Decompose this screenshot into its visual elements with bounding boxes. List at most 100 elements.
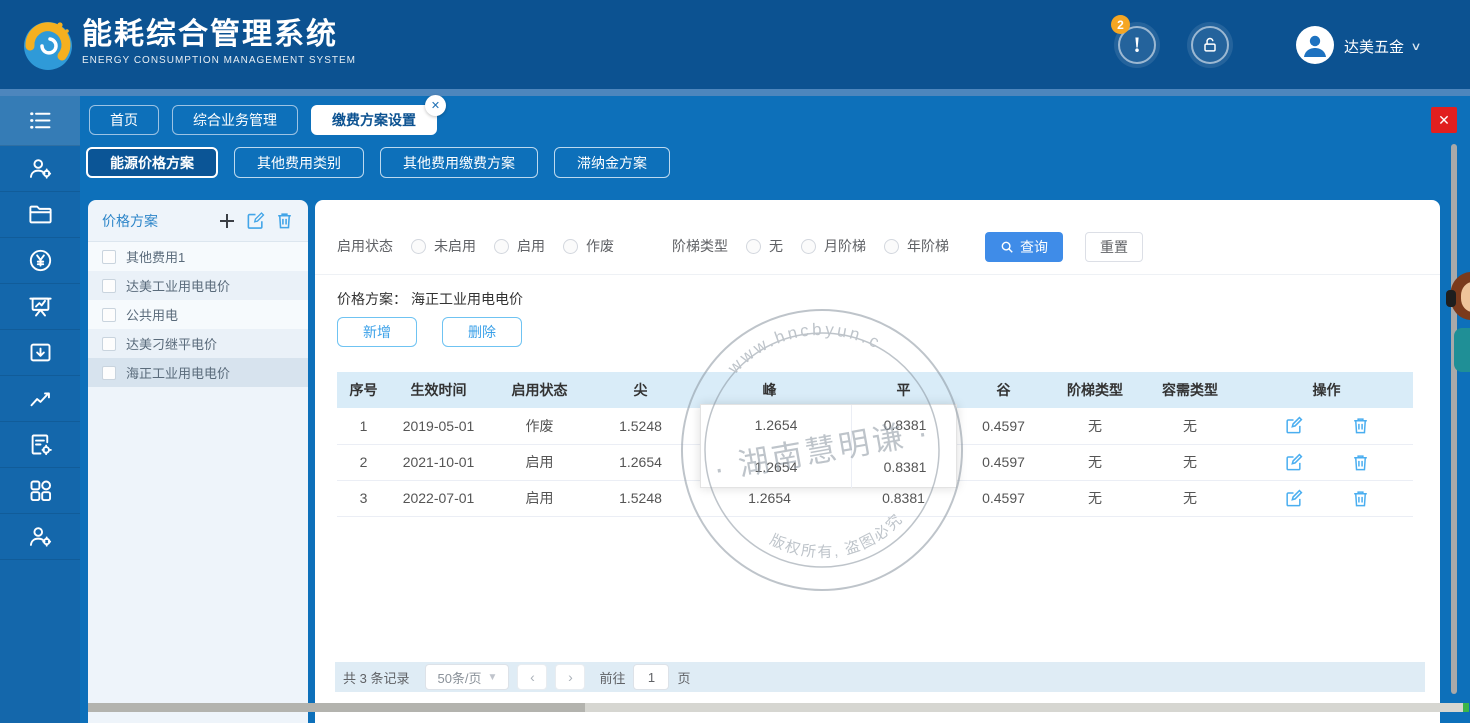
- user-menu[interactable]: 达美五金 ∨: [1344, 36, 1420, 57]
- radio-option[interactable]: 年阶梯: [884, 236, 949, 256]
- sidebar-item-presentation-chart[interactable]: [0, 284, 80, 330]
- column-header: 容需类型: [1140, 372, 1240, 408]
- add-plan-icon[interactable]: [218, 212, 236, 230]
- price-plan-item-label: 海正工业用电电价: [126, 363, 230, 382]
- tab-payment-plan-settings[interactable]: 缴费方案设置✕: [311, 105, 437, 135]
- sidebar-item-user-gear[interactable]: [0, 146, 80, 192]
- tab-home[interactable]: 首页: [89, 105, 159, 135]
- user-gear-2-icon: [27, 523, 54, 550]
- delete-row-icon[interactable]: [1351, 453, 1370, 472]
- horizontal-scrollbar-thumb[interactable]: [88, 703, 585, 712]
- radio-icon[interactable]: [411, 239, 426, 254]
- table-cell: 0.4597: [957, 444, 1050, 480]
- sidebar-item-folder-download[interactable]: [0, 330, 80, 376]
- notification-badge: 2: [1111, 15, 1130, 34]
- table-cell: 无: [1050, 480, 1140, 516]
- edit-row-icon[interactable]: [1284, 489, 1303, 508]
- subtab-late-fee-plan[interactable]: 滞纳金方案: [554, 147, 670, 178]
- radio-icon[interactable]: [801, 239, 816, 254]
- helper-mascot[interactable]: [1444, 272, 1470, 392]
- sidebar-item-grid[interactable]: [0, 468, 80, 514]
- delete-row-icon[interactable]: [1351, 489, 1370, 508]
- table-cell: 1.5248: [592, 480, 689, 516]
- sidebar-item-currency-refresh[interactable]: [0, 238, 80, 284]
- prev-page-button[interactable]: ‹: [517, 664, 547, 690]
- radio-label: 无: [769, 236, 783, 256]
- sidebar-item-document-gear[interactable]: [0, 422, 80, 468]
- price-plan-item[interactable]: 海正工业用电电价: [88, 358, 308, 387]
- radio-icon[interactable]: [494, 239, 509, 254]
- edit-plan-icon[interactable]: [246, 211, 265, 230]
- sidebar-item-line-chart[interactable]: [0, 376, 80, 422]
- radio-option[interactable]: 月阶梯: [801, 236, 866, 256]
- sidebar-item-menu-list[interactable]: [0, 96, 80, 146]
- reset-button[interactable]: 重置: [1085, 232, 1143, 262]
- delete-button[interactable]: 删除: [442, 317, 522, 347]
- vertical-scrollbar[interactable]: [1451, 144, 1457, 694]
- checkbox[interactable]: [102, 337, 116, 351]
- price-plan-item[interactable]: 公共用电: [88, 300, 308, 329]
- mascot-shirt: [1454, 328, 1470, 372]
- user-avatar[interactable]: [1296, 26, 1334, 64]
- tab-comprehensive-business[interactable]: 综合业务管理: [172, 105, 298, 135]
- user-name: 达美五金: [1344, 36, 1404, 57]
- table-cell: 无: [1140, 408, 1240, 444]
- table-cell: 启用: [487, 444, 592, 480]
- price-plan-item[interactable]: 其他费用1: [88, 242, 308, 271]
- horizontal-scrollbar-track[interactable]: [88, 703, 1466, 712]
- checkbox[interactable]: [102, 366, 116, 380]
- table-overlay-patch: 1.26540.83811.26540.8381: [700, 404, 957, 488]
- column-header: 平: [850, 372, 957, 408]
- lock-button[interactable]: [1187, 22, 1233, 68]
- table-cell: 3: [337, 480, 390, 516]
- brand-block: 能耗综合管理系统 ENERGY CONSUMPTION MANAGEMENT S…: [82, 18, 356, 66]
- page-size-select[interactable]: 50条/页 ▼: [425, 664, 509, 690]
- subtab-other-fee-category[interactable]: 其他费用类别: [234, 147, 364, 178]
- table-cell: 启用: [487, 480, 592, 516]
- subtab-energy-price-plan[interactable]: 能源价格方案: [86, 147, 218, 178]
- radio-option[interactable]: 未启用: [411, 236, 476, 256]
- window-close-button[interactable]: ✕: [1431, 107, 1457, 133]
- sidebar-item-user-gear-2[interactable]: [0, 514, 80, 560]
- filter-group-label: 阶梯类型: [672, 236, 728, 256]
- radio-icon[interactable]: [884, 239, 899, 254]
- page-unit-label: 页: [677, 668, 690, 687]
- edit-row-icon[interactable]: [1284, 416, 1303, 435]
- radio-label: 作废: [586, 236, 614, 256]
- app-title: 能耗综合管理系统: [82, 18, 356, 52]
- pagination-total: 共 3 条记录: [343, 668, 409, 687]
- add-button[interactable]: 新增: [337, 317, 417, 347]
- tab-close-icon[interactable]: ✕: [425, 95, 446, 116]
- page-number-input[interactable]: [633, 664, 669, 690]
- filter-group-0: 启用状态未启用启用作废: [337, 236, 614, 256]
- delete-row-icon[interactable]: [1351, 416, 1370, 435]
- column-header: 序号: [337, 372, 390, 408]
- subtab-other-fee-payment-plan[interactable]: 其他费用缴费方案: [380, 147, 538, 178]
- filter-group-1: 阶梯类型 无月阶梯年阶梯: [672, 236, 949, 256]
- radio-option[interactable]: 无: [746, 236, 783, 256]
- checkbox[interactable]: [102, 279, 116, 293]
- table-cell: 无: [1140, 480, 1240, 516]
- table-cell: 无: [1050, 444, 1140, 480]
- column-header: 生效时间: [390, 372, 487, 408]
- checkbox[interactable]: [102, 250, 116, 264]
- price-plan-panel: 价格方案: [88, 200, 308, 723]
- radio-option[interactable]: 启用: [494, 236, 545, 256]
- delete-plan-icon[interactable]: [275, 211, 294, 230]
- goto-label: 前往: [599, 668, 625, 687]
- radio-icon[interactable]: [746, 239, 761, 254]
- notification-button[interactable]: ! 2: [1114, 22, 1160, 68]
- next-page-button[interactable]: ›: [555, 664, 585, 690]
- search-button[interactable]: 查询: [985, 232, 1063, 262]
- primary-tab-bar: 首页综合业务管理缴费方案设置✕: [89, 105, 437, 135]
- radio-option[interactable]: 作废: [563, 236, 614, 256]
- radio-icon[interactable]: [563, 239, 578, 254]
- column-header: 启用状态: [487, 372, 592, 408]
- edit-row-icon[interactable]: [1284, 453, 1303, 472]
- sidebar-item-folder[interactable]: [0, 192, 80, 238]
- price-plan-item-label: 公共用电: [126, 305, 178, 324]
- checkbox[interactable]: [102, 308, 116, 322]
- price-plan-item[interactable]: 达美工业用电电价: [88, 271, 308, 300]
- app-root: 能耗综合管理系统 ENERGY CONSUMPTION MANAGEMENT S…: [0, 0, 1470, 723]
- price-plan-item[interactable]: 达美刁继平电价: [88, 329, 308, 358]
